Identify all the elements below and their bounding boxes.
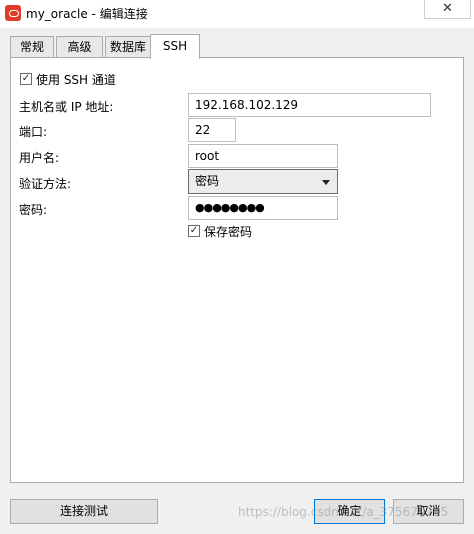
save-password-label: 保存密码 xyxy=(204,225,253,239)
chevron-down-icon xyxy=(322,180,330,185)
use-ssh-label: 使用 SSH 通道 xyxy=(36,73,116,87)
host-input[interactable]: 192.168.102.129 xyxy=(188,93,431,117)
use-ssh-checkbox[interactable]: ✓ xyxy=(20,73,32,85)
save-password-checkbox[interactable]: ✓ xyxy=(188,225,200,237)
ok-button[interactable]: 确定 xyxy=(314,499,385,524)
close-button[interactable]: ✕ xyxy=(424,0,471,19)
port-label: 端口: xyxy=(19,125,48,139)
auth-method-label: 验证方法: xyxy=(19,177,72,191)
password-label: 密码: xyxy=(19,203,48,217)
tab-general[interactable]: 常规 xyxy=(10,36,54,57)
host-label: 主机名或 IP 地址: xyxy=(19,100,114,114)
port-input[interactable]: 22 xyxy=(188,118,236,142)
test-connection-button[interactable]: 连接测试 xyxy=(10,499,158,524)
auth-method-select[interactable]: 密码 xyxy=(188,169,338,194)
ssh-panel: ✓ 使用 SSH 通道 主机名或 IP 地址: 192.168.102.129 … xyxy=(10,57,464,483)
title-bar: my_oracle - 编辑连接 ✕ xyxy=(0,0,474,28)
tab-advanced[interactable]: 高级 xyxy=(56,36,103,57)
cancel-button[interactable]: 取消 xyxy=(393,499,464,524)
tab-ssh[interactable]: SSH xyxy=(150,34,200,59)
username-input[interactable]: root xyxy=(188,144,338,168)
auth-method-value: 密码 xyxy=(195,174,220,188)
window-title: my_oracle - 编辑连接 xyxy=(26,7,148,21)
username-label: 用户名: xyxy=(19,151,60,165)
oracle-icon xyxy=(5,5,21,21)
tab-database[interactable]: 数据库 xyxy=(105,36,151,57)
password-input[interactable]: ●●●●●●●● xyxy=(188,196,338,220)
